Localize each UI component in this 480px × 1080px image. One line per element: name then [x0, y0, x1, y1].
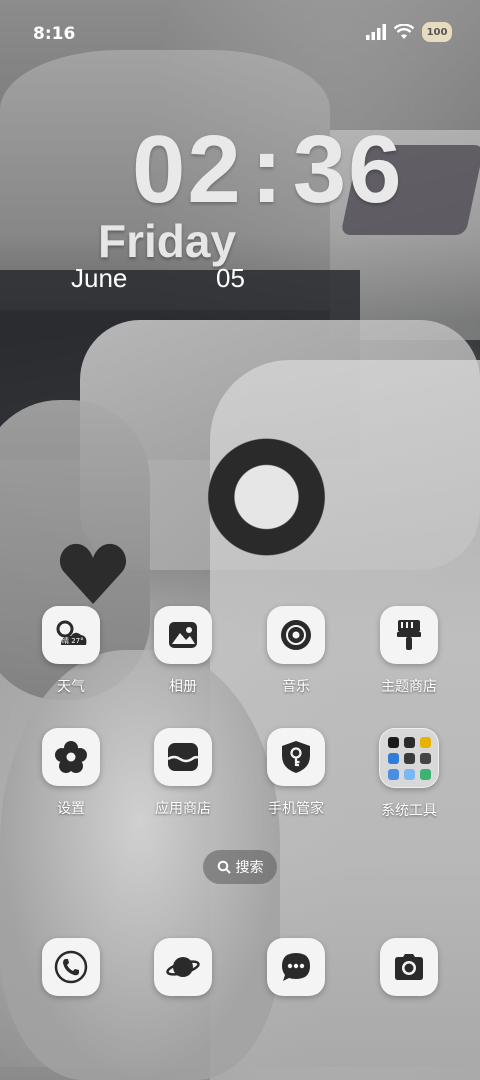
music-icon[interactable] [267, 606, 325, 664]
search-button[interactable]: 搜索 [203, 850, 277, 884]
clock-minutes: 36 [292, 116, 404, 223]
heart-icon [59, 543, 127, 604]
day-number: 05 [216, 263, 245, 293]
wifi-icon [394, 24, 414, 39]
folder-icon[interactable] [379, 728, 439, 788]
app-theme-store[interactable]: 主题商店 [364, 606, 454, 696]
app-label: 应用商店 [155, 801, 211, 817]
wallpaper-sheet [210, 360, 480, 1080]
app-phone-manager[interactable]: 手机管家 [251, 728, 341, 818]
app-label: 系统工具 [381, 803, 437, 819]
status-bar: 8:16 100 [0, 0, 480, 70]
app-label: 设置 [57, 801, 85, 817]
wallpaper-cat [195, 420, 325, 560]
dock-phone[interactable] [42, 938, 100, 996]
app-app-store[interactable]: 应用商店 [138, 728, 228, 818]
clock-colon: : [250, 116, 285, 223]
search-icon [217, 860, 231, 874]
gallery-icon[interactable] [154, 606, 212, 664]
app-store-icon[interactable] [154, 728, 212, 786]
app-settings[interactable]: 设置 [26, 728, 116, 818]
folder-preview-grid [387, 736, 431, 780]
theme-store-icon[interactable] [380, 606, 438, 664]
clock-widget[interactable]: 02:36 [132, 122, 404, 218]
app-label: 天气 [57, 679, 85, 695]
search-label: 搜索 [235, 860, 264, 876]
weather-icon[interactable]: 晴 27° [42, 606, 100, 664]
status-icons: 100 [366, 22, 452, 42]
app-label: 音乐 [282, 679, 310, 695]
app-label: 主题商店 [381, 679, 437, 695]
app-weather[interactable]: 晴 27° 天气 [26, 606, 116, 696]
app-label: 相册 [169, 679, 197, 695]
status-time: 8:16 [33, 24, 76, 44]
dock-browser[interactable] [154, 938, 212, 996]
app-music[interactable]: 音乐 [251, 606, 341, 696]
browser-planet-icon [166, 957, 200, 977]
month-label: June [71, 263, 128, 293]
day-of-week: Friday [98, 215, 237, 267]
settings-flower-icon[interactable] [42, 728, 100, 786]
wallpaper-dark-blanket [0, 270, 360, 460]
battery-indicator: 100 [422, 22, 452, 42]
app-gallery[interactable]: 相册 [138, 606, 228, 696]
app-system-tools-folder[interactable]: 系统工具 [364, 728, 454, 820]
messages-icon [282, 953, 310, 981]
weather-mini-text: 晴 27° [62, 636, 84, 645]
phone-icon [54, 950, 88, 984]
camera-icon [395, 954, 423, 980]
phone-manager-shield-icon[interactable] [267, 728, 325, 786]
cellular-signal-icon [366, 24, 386, 40]
dock-messages[interactable] [267, 938, 325, 996]
app-label: 手机管家 [268, 801, 324, 817]
clock-hours: 02 [132, 116, 243, 223]
dock-camera[interactable] [380, 938, 438, 996]
wallpaper-pillow [80, 320, 480, 570]
